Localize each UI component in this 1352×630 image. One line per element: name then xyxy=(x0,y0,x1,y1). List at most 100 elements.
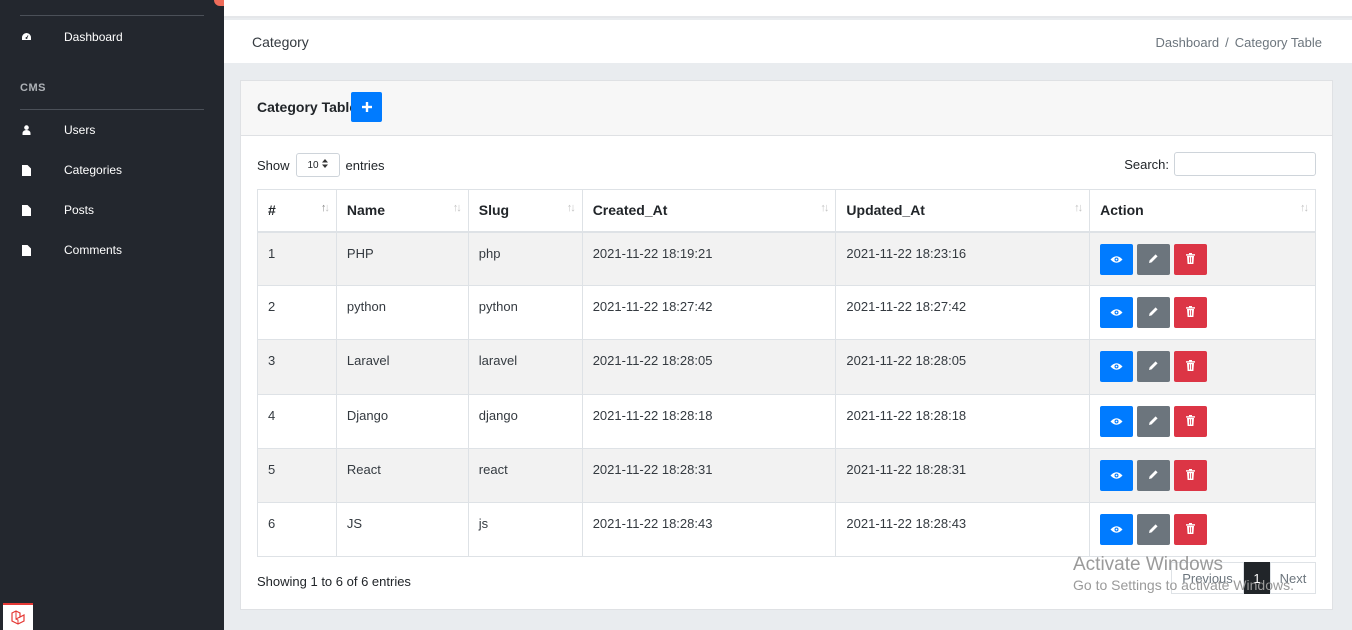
cell-updated-at: 2021-11-22 18:28:05 xyxy=(835,339,1091,395)
table-row: 6 JS js 2021-11-22 18:28:43 2021-11-22 18:28… xyxy=(257,501,1316,558)
cell-slug: django xyxy=(467,393,583,449)
cell-id: 3 xyxy=(257,339,337,395)
view-button[interactable] xyxy=(1100,243,1134,275)
eye-icon xyxy=(1110,522,1123,537)
sidebar-item-label: Dashboard xyxy=(64,30,123,44)
sort-icon: ↑↓ xyxy=(566,202,576,214)
cell-id: 5 xyxy=(257,447,337,503)
edit-button[interactable] xyxy=(1137,459,1171,491)
column-header-updated-at[interactable]: Updated_At ↑↓ xyxy=(835,189,1091,233)
table-row: 3 Laravel laravel 2021-11-22 18:28:05 2021-1… xyxy=(257,339,1316,395)
dashboard-icon xyxy=(20,31,32,43)
view-button[interactable] xyxy=(1100,405,1134,437)
column-header-created-at[interactable]: Created_At ↑↓ xyxy=(581,189,837,233)
edit-button[interactable] xyxy=(1137,513,1171,545)
search-label: Search: xyxy=(1124,156,1169,172)
column-header-name[interactable]: Name ↑↓ xyxy=(335,189,469,233)
cell-created-at: 2021-11-22 18:19:21 xyxy=(581,230,837,287)
card-header: Category Table xyxy=(241,81,1332,136)
cell-actions xyxy=(1089,447,1316,503)
plus-icon xyxy=(361,100,372,115)
sidebar-item-comments[interactable]: Comments xyxy=(0,238,224,262)
delete-button[interactable] xyxy=(1174,513,1208,545)
delete-button[interactable] xyxy=(1174,351,1208,383)
delete-button[interactable] xyxy=(1174,297,1208,329)
cell-updated-at: 2021-11-22 18:28:18 xyxy=(835,393,1091,449)
edit-button[interactable] xyxy=(1137,297,1171,329)
previous-page-button[interactable]: Previous xyxy=(1171,562,1244,594)
table-info: Showing 1 to 6 of 6 entries xyxy=(257,574,411,589)
sidebar-item-users[interactable]: Users xyxy=(0,118,224,142)
edit-button[interactable] xyxy=(1137,351,1171,383)
breadcrumb-dashboard-link[interactable]: Dashboard xyxy=(1156,35,1220,50)
breadcrumb-separator: / xyxy=(1225,35,1229,50)
trash-icon xyxy=(1186,414,1196,429)
eye-icon xyxy=(1110,468,1123,483)
pencil-icon xyxy=(1148,359,1159,374)
page-1-button[interactable]: 1 xyxy=(1244,562,1270,594)
view-button[interactable] xyxy=(1100,459,1134,491)
entries-label: entries xyxy=(345,157,385,173)
sort-icon: ↑↓ xyxy=(452,202,462,214)
add-category-button[interactable] xyxy=(351,92,382,122)
edit-button[interactable] xyxy=(1137,405,1171,437)
view-button[interactable] xyxy=(1100,351,1134,383)
edit-button[interactable] xyxy=(1137,243,1171,275)
pencil-icon xyxy=(1148,468,1159,483)
column-header-id[interactable]: # ↑↓ xyxy=(257,189,337,233)
cell-actions xyxy=(1089,339,1316,395)
sidebar-item-posts[interactable]: Posts xyxy=(0,198,224,222)
sidebar-divider xyxy=(20,15,204,16)
pencil-icon xyxy=(1148,522,1159,537)
sort-icon: ↑↓ xyxy=(1074,202,1083,214)
delete-button[interactable] xyxy=(1174,405,1208,437)
sort-icon: ↑↓ xyxy=(820,202,829,214)
cell-id: 1 xyxy=(257,230,337,287)
view-button[interactable] xyxy=(1100,297,1134,329)
cell-created-at: 2021-11-22 18:28:05 xyxy=(581,339,837,395)
search-input[interactable] xyxy=(1174,152,1316,176)
column-header-slug[interactable]: Slug ↑↓ xyxy=(467,189,583,233)
trash-icon xyxy=(1186,359,1196,374)
sidebar-item-label: Posts xyxy=(64,203,95,217)
entries-length-select[interactable]: 10 xyxy=(295,153,340,177)
sidebar-item-label: Categories xyxy=(64,163,123,177)
sidebar-item-dashboard[interactable]: Dashboard xyxy=(0,25,224,49)
cell-slug: python xyxy=(467,285,583,341)
cell-name: JS xyxy=(335,501,469,558)
file-icon xyxy=(20,164,32,176)
cell-name: Laravel xyxy=(335,339,469,395)
cell-slug: react xyxy=(467,447,583,503)
table-body: 1 PHP php 2021-11-22 18:19:21 2021-11-22 18:… xyxy=(257,230,1316,558)
cell-slug: laravel xyxy=(467,339,583,395)
card-title: Category Table xyxy=(257,99,358,115)
table-row: 1 PHP php 2021-11-22 18:19:21 2021-11-22 18:… xyxy=(257,230,1316,287)
show-label: Show xyxy=(257,157,290,173)
next-page-button[interactable]: Next xyxy=(1270,562,1316,594)
cell-updated-at: 2021-11-22 18:23:16 xyxy=(835,230,1091,287)
pencil-icon xyxy=(1148,414,1159,429)
table-row: 5 React react 2021-11-22 18:28:31 2021-11-22… xyxy=(257,447,1316,503)
cell-name: PHP xyxy=(335,230,469,287)
sidebar: Dashboard CMS Users Categories Posts Com… xyxy=(0,0,224,630)
delete-button[interactable] xyxy=(1174,243,1208,275)
trash-icon xyxy=(1186,468,1196,483)
content-header: Category Dashboard / Category Table xyxy=(224,20,1352,63)
pencil-icon xyxy=(1148,305,1159,320)
sort-icon: ↑↓ xyxy=(320,202,330,214)
cell-updated-at: 2021-11-22 18:28:31 xyxy=(835,447,1091,503)
sort-icon: ↑↓ xyxy=(1300,202,1309,214)
category-table: # ↑↓ Name ↑↓ Slug ↑↓ Created_At ↑↓ Updated_A… xyxy=(257,189,1316,558)
eye-icon xyxy=(1110,252,1123,267)
column-header-action[interactable]: Action ↑↓ xyxy=(1089,189,1316,233)
trash-icon xyxy=(1186,522,1196,537)
cell-name: python xyxy=(335,285,469,341)
cell-slug: php xyxy=(467,230,583,287)
sidebar-item-categories[interactable]: Categories xyxy=(0,158,224,182)
trash-icon xyxy=(1186,252,1196,267)
delete-button[interactable] xyxy=(1174,459,1208,491)
cell-actions xyxy=(1089,501,1316,558)
eye-icon xyxy=(1110,305,1123,320)
view-button[interactable] xyxy=(1100,513,1134,545)
cell-slug: js xyxy=(467,501,583,558)
